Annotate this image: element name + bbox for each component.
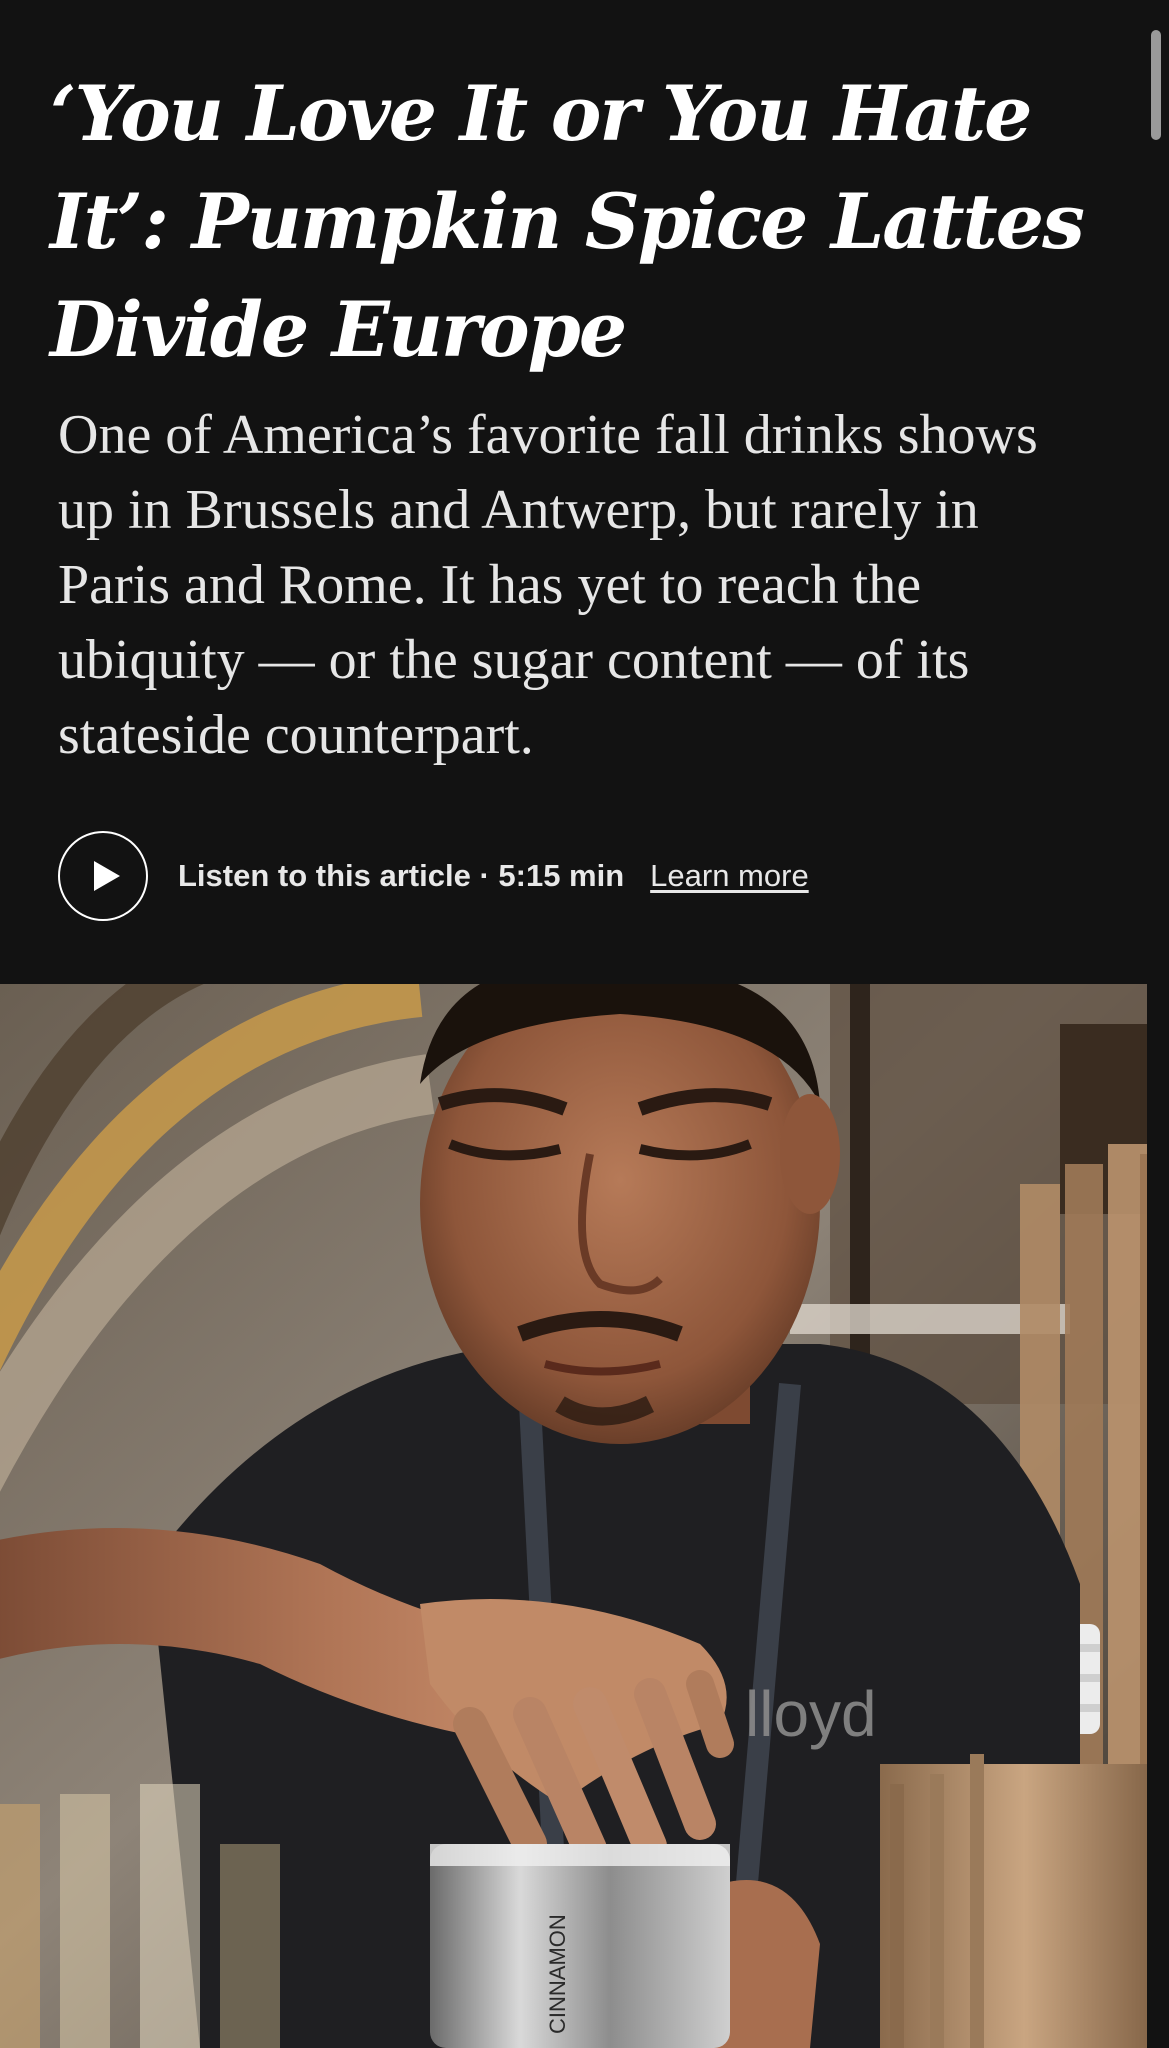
article-headline: ‘You Love It or You Hate It’: Pumpkin Sp… <box>50 69 1085 374</box>
scrollbar-track[interactable] <box>1147 0 1169 2048</box>
audio-player-bar: Listen to this article · 5:15 min Learn … <box>58 828 809 924</box>
scrollbar-thumb[interactable] <box>1151 30 1161 140</box>
article-header: ‘You Love It or You Hate It’: Pumpkin Sp… <box>0 0 1169 984</box>
play-button[interactable] <box>58 831 148 921</box>
hero-photo: lloyd CINNAMON <box>0 984 1169 2048</box>
shaker-label: CINNAMON <box>545 1914 570 2034</box>
shirt-logo-text: lloyd <box>745 1678 877 1750</box>
learn-more-link[interactable]: Learn more <box>650 858 809 894</box>
play-icon <box>93 861 120 891</box>
article-summary: One of America’s favorite fall drinks sh… <box>58 404 1038 766</box>
listen-label: Listen to this article · 5:15 min <box>178 858 625 893</box>
